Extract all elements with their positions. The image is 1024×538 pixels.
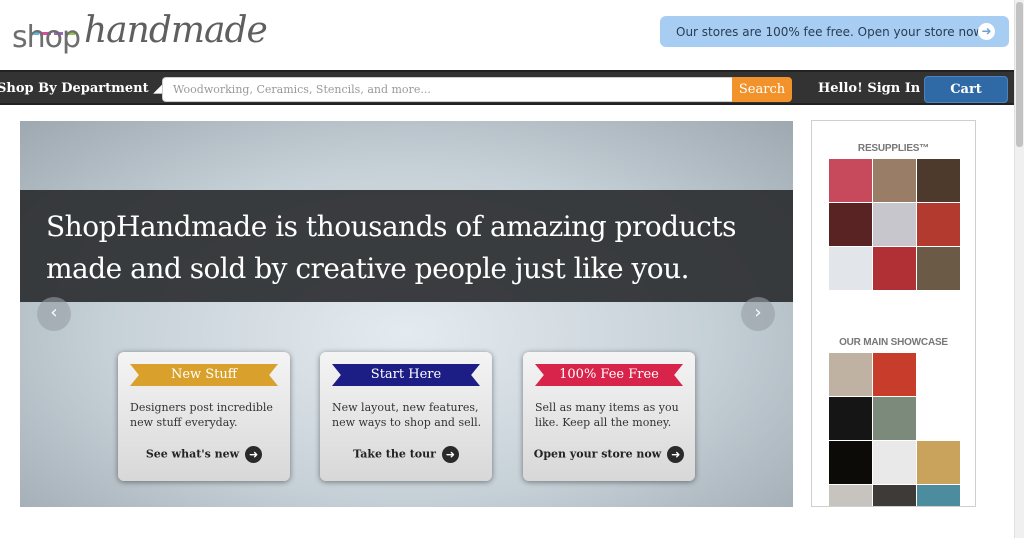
logo-text-shop: shop [12, 20, 81, 55]
card-ribbon: Start Here [332, 364, 480, 386]
card-start-here: Start Here New layout, new features, new… [320, 352, 492, 481]
sign-in-label: Hello! Sign In [818, 81, 921, 96]
card-description: Designers post incredible new stuff ever… [130, 400, 282, 430]
shop-by-department-menu[interactable]: Shop By Department ◢ [0, 81, 163, 96]
hero-headline-line1: ShopHandmade is thousands of amazing pro… [46, 210, 736, 243]
product-thumbnail[interactable] [917, 203, 960, 246]
card-ribbon: 100% Fee Free [535, 364, 683, 386]
take-the-tour-link[interactable]: Take the tour ➜ [320, 446, 492, 463]
card-desc-line: Sell as many items as you [535, 401, 679, 414]
resupplies-title: RESUPPLIES™ [857, 143, 930, 154]
department-label: Shop By Department [0, 81, 149, 96]
product-thumbnail[interactable] [829, 397, 872, 440]
product-thumbnail[interactable] [873, 247, 916, 290]
card-ribbon: New Stuff [130, 364, 278, 386]
card-action-label: Take the tour [353, 447, 436, 461]
product-thumbnail[interactable] [917, 247, 960, 290]
product-thumbnail[interactable] [873, 441, 916, 484]
site-header: shop handmade Our stores are 100% fee fr… [0, 0, 1014, 70]
product-thumbnail[interactable] [829, 441, 872, 484]
product-thumbnail[interactable] [917, 441, 960, 484]
card-action-label: Open your store now [533, 447, 662, 461]
arrow-right-circle-icon: ➜ [667, 446, 685, 463]
product-thumbnail[interactable] [829, 353, 872, 396]
product-thumbnail[interactable] [873, 353, 916, 396]
sign-in-menu[interactable]: Hello! Sign In ◢ [818, 81, 935, 96]
card-desc-line: Designers post incredible [130, 401, 273, 414]
card-desc-line: New layout, new features, [332, 401, 479, 414]
showcase-grid [829, 353, 960, 506]
card-desc-line: like. Keep all the money. [535, 416, 672, 429]
cart-button[interactable]: Cart [924, 76, 1008, 103]
product-thumbnail[interactable] [873, 485, 916, 506]
logo-text-handmade: handmade [84, 10, 268, 51]
product-thumbnail[interactable] [917, 397, 960, 440]
product-thumbnail[interactable] [829, 485, 872, 506]
card-action-label: See what's new [145, 447, 240, 461]
arrow-right-circle-icon[interactable]: ➜ [978, 23, 995, 40]
product-thumbnail[interactable] [829, 203, 872, 246]
product-thumbnail[interactable] [917, 159, 960, 202]
card-new-stuff: New Stuff Designers post incredible new … [118, 352, 290, 481]
card-desc-line: new ways to shop and sell. [332, 416, 482, 429]
hero-carousel: ShopHandmade is thousands of amazing pro… [20, 121, 793, 507]
product-thumbnail[interactable] [917, 485, 960, 506]
chevron-right-icon[interactable]: › [741, 297, 775, 331]
search-input[interactable]: Woodworking, Ceramics, Stencils, and mor… [162, 77, 732, 102]
promo-text: Our stores are 100% fee free. Open your … [676, 24, 986, 39]
product-thumbnail[interactable] [873, 203, 916, 246]
arrow-right-circle-icon: ➜ [245, 446, 263, 463]
search-button[interactable]: Search [732, 77, 792, 102]
site-logo[interactable]: shop handmade [12, 6, 268, 58]
product-thumbnail[interactable] [829, 159, 872, 202]
card-fee-free: 100% Fee Free Sell as many items as you … [523, 352, 695, 481]
open-your-store-link[interactable]: Open your store now ➜ [523, 446, 695, 463]
main-navbar: Shop By Department ◢ Woodworking, Cerami… [0, 70, 1014, 105]
hero-headline-line2: made and sold by creative people just li… [46, 252, 690, 285]
product-thumbnail[interactable] [873, 159, 916, 202]
arrow-right-circle-icon: ➜ [441, 446, 459, 463]
scrollbar-thumb[interactable] [1016, 2, 1023, 147]
card-desc-line: new stuff everyday. [130, 416, 238, 429]
product-thumbnail[interactable] [917, 353, 960, 396]
chevron-left-icon[interactable]: ‹ [37, 297, 71, 331]
promo-banner[interactable]: Our stores are 100% fee free. Open your … [660, 16, 1009, 47]
search-bar: Woodworking, Ceramics, Stencils, and mor… [162, 77, 792, 102]
showcase-title: OUR MAIN SHOWCASE [839, 337, 948, 348]
product-thumbnail[interactable] [829, 247, 872, 290]
hero-headline-band: ShopHandmade is thousands of amazing pro… [20, 190, 793, 302]
see-whats-new-link[interactable]: See what's new ➜ [118, 446, 290, 463]
card-description: Sell as many items as you like. Keep all… [535, 400, 687, 430]
card-description: New layout, new features, new ways to sh… [332, 400, 484, 430]
resupplies-grid [829, 159, 960, 290]
page-scrollbar[interactable] [1014, 0, 1024, 538]
product-thumbnail[interactable] [873, 397, 916, 440]
sidebar-showcase-panel: RESUPPLIES™ OUR MAIN SHOWCASE [811, 120, 976, 507]
